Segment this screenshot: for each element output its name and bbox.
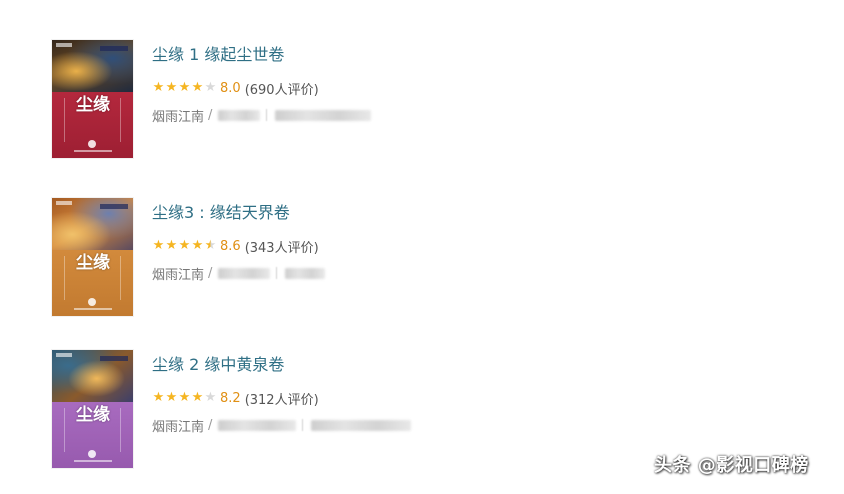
cover-subtitle-bar bbox=[74, 308, 112, 310]
redacted-date bbox=[311, 419, 412, 431]
cover-volume-mark bbox=[88, 450, 96, 458]
author-name: 烟雨江南 bbox=[152, 267, 205, 283]
cover-ornament-line bbox=[120, 408, 121, 452]
cover-volume-mark bbox=[88, 298, 96, 306]
star-icon: ★ bbox=[191, 390, 204, 405]
rating-score: 8.2 bbox=[220, 390, 241, 406]
star-half-icon: ★ bbox=[204, 238, 217, 253]
rating-score: 8.6 bbox=[220, 238, 241, 254]
star-icon: ★ bbox=[152, 390, 165, 405]
star-icon: ★ bbox=[165, 390, 178, 405]
cover-publisher-badge bbox=[56, 353, 72, 357]
watermark-text: 头条 @影视口碑榜 bbox=[654, 455, 809, 476]
author-name: 烟雨江南 bbox=[152, 109, 205, 125]
cover-title: 尘缘 bbox=[76, 405, 110, 425]
book-item: 尘缘 尘缘 2 缘中黄泉卷 ★ ★ ★ ★ ★ 8.2 (312人评价) 烟雨江南 / bbox=[52, 350, 652, 470]
cover-publisher-badge bbox=[56, 201, 72, 205]
book-list: 尘缘 尘缘 1 缘起尘世卷 ★ ★ ★ ★ ★ 8.0 (690人评价) 烟雨江南 / bbox=[0, 0, 844, 494]
cover-ornament-line bbox=[64, 256, 65, 300]
cover-title: 尘缘 bbox=[76, 95, 110, 115]
meta-row: 烟雨江南 / bbox=[152, 264, 326, 283]
rating-votes: (312人评价) bbox=[244, 392, 319, 408]
star-icon: ★ bbox=[152, 238, 165, 253]
cover-ornament-line bbox=[64, 408, 65, 452]
redacted-price bbox=[285, 267, 326, 279]
meta-separator: / bbox=[208, 107, 213, 123]
star-icon: ★ bbox=[191, 80, 204, 95]
cover-series-band bbox=[100, 204, 128, 209]
cover-title: 尘缘 bbox=[76, 253, 110, 273]
star-icon: ★ bbox=[165, 238, 178, 253]
star-icon: ★ bbox=[178, 390, 191, 405]
cover-series-band bbox=[100, 356, 128, 361]
cover-ornament-line bbox=[120, 256, 121, 300]
cover-series-band bbox=[100, 46, 128, 51]
cover-ornament-line bbox=[64, 98, 65, 142]
book-title-link[interactable]: 尘缘 1 缘起尘世卷 bbox=[152, 44, 284, 66]
book-list-page: 尘缘 尘缘 1 缘起尘世卷 ★ ★ ★ ★ ★ 8.0 (690人评价) 烟雨江南 / bbox=[0, 0, 844, 494]
cover-subtitle-bar bbox=[74, 150, 112, 152]
rating-score: 8.0 bbox=[220, 80, 241, 96]
rating-row: ★ ★ ★ ★ ★ 8.0 (690人评价) bbox=[152, 79, 319, 98]
redacted-publisher bbox=[218, 419, 297, 431]
cover-publisher-badge bbox=[56, 43, 72, 47]
star-icon: ★ bbox=[191, 238, 204, 253]
star-rating: ★ ★ ★ ★ ★ bbox=[152, 391, 217, 405]
redacted-separator bbox=[266, 109, 268, 121]
star-icon: ★ bbox=[152, 80, 165, 95]
rating-row: ★ ★ ★ ★ ★ 8.6 (343人评价) bbox=[152, 237, 319, 256]
book-cover[interactable]: 尘缘 bbox=[52, 40, 133, 158]
meta-separator: / bbox=[208, 417, 213, 433]
meta-separator: / bbox=[208, 265, 213, 281]
book-title-link[interactable]: 尘缘 2 缘中黄泉卷 bbox=[152, 354, 284, 376]
book-cover[interactable]: 尘缘 bbox=[52, 350, 133, 468]
book-item: 尘缘 尘缘 1 缘起尘世卷 ★ ★ ★ ★ ★ 8.0 (690人评价) 烟雨江南 / bbox=[52, 40, 652, 160]
rating-votes: (690人评价) bbox=[244, 82, 319, 98]
cover-ornament-line bbox=[120, 98, 121, 142]
cover-subtitle-bar bbox=[74, 460, 112, 462]
rating-row: ★ ★ ★ ★ ★ 8.2 (312人评价) bbox=[152, 389, 319, 408]
meta-row: 烟雨江南 / bbox=[152, 106, 372, 125]
star-icon: ★ bbox=[165, 80, 178, 95]
star-rating: ★ ★ ★ ★ ★ bbox=[152, 81, 217, 95]
redacted-separator bbox=[302, 419, 304, 431]
book-item: 尘缘 尘缘3 : 缘结天界卷 ★ ★ ★ ★ ★ 8.6 (343人评价) 烟雨江南 / bbox=[52, 198, 652, 318]
redacted-date bbox=[218, 267, 271, 279]
rating-votes: (343人评价) bbox=[244, 240, 319, 256]
cover-volume-mark bbox=[88, 140, 96, 148]
star-icon: ★ bbox=[178, 80, 191, 95]
book-cover[interactable]: 尘缘 bbox=[52, 198, 133, 316]
author-name: 烟雨江南 bbox=[152, 419, 205, 435]
star-empty-icon: ★ bbox=[204, 390, 217, 405]
redacted-publisher bbox=[218, 109, 261, 121]
star-icon: ★ bbox=[178, 238, 191, 253]
redacted-date bbox=[275, 109, 372, 121]
book-title-link[interactable]: 尘缘3 : 缘结天界卷 bbox=[152, 202, 290, 224]
meta-row: 烟雨江南 / bbox=[152, 416, 412, 435]
star-rating: ★ ★ ★ ★ ★ bbox=[152, 239, 217, 253]
star-empty-icon: ★ bbox=[204, 80, 217, 95]
redacted-separator bbox=[276, 267, 278, 279]
